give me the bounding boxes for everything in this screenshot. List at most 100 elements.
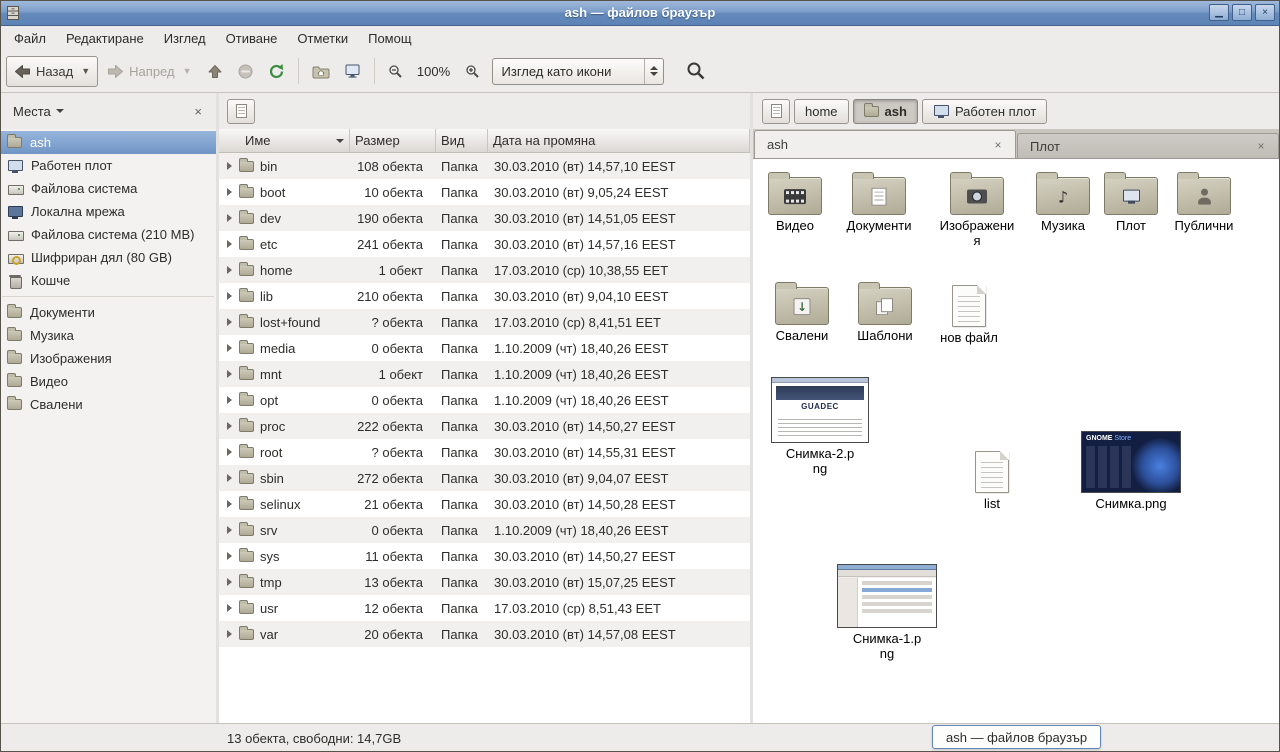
expander-icon[interactable] [227, 214, 232, 222]
expander-icon[interactable] [227, 292, 232, 300]
icon-downloads[interactable]: Свалени [760, 281, 844, 344]
expander-icon[interactable] [227, 370, 232, 378]
table-row[interactable]: etc241 обектаПапка30.03.2010 (вт) 14,57,… [219, 231, 750, 257]
expander-icon[interactable] [227, 266, 232, 274]
forward-dropdown-icon[interactable]: ▼ [180, 66, 192, 76]
zoom-level-button[interactable]: 100% [411, 64, 457, 79]
menu-view[interactable]: Изглед [154, 28, 216, 49]
up-button[interactable] [201, 56, 229, 87]
minimize-button[interactable]: ▁ [1209, 4, 1229, 21]
taskbar-window-button[interactable]: ash — файлов браузър [932, 725, 1101, 749]
table-row[interactable]: tmp13 обектаПапка30.03.2010 (вт) 15,07,2… [219, 569, 750, 595]
search-button[interactable] [680, 56, 712, 87]
icon-snimka-1[interactable]: Снимка-1.png [835, 564, 939, 662]
close-button[interactable]: × [1255, 4, 1275, 21]
expander-icon[interactable] [227, 604, 232, 612]
expander-icon[interactable] [227, 500, 232, 508]
spinner-arrows-icon[interactable] [644, 59, 663, 84]
view-mode-select[interactable]: Изглед като икони [492, 58, 664, 85]
column-header-name[interactable]: Име [219, 129, 350, 152]
expander-icon[interactable] [227, 630, 232, 638]
icon-snimka-2[interactable]: GUADEC Снимка-2.png [768, 377, 872, 477]
icon-list-file[interactable]: list [950, 447, 1034, 512]
reload-button[interactable] [262, 56, 291, 87]
menu-edit[interactable]: Редактиране [56, 28, 154, 49]
table-row[interactable]: boot10 обектаПапка30.03.2010 (вт) 9,05,2… [219, 179, 750, 205]
icon-templates[interactable]: Шаблони [843, 281, 927, 344]
back-dropdown-icon[interactable]: ▼ [78, 66, 90, 76]
table-row[interactable]: bin108 обектаПапка30.03.2010 (вт) 14,57,… [219, 153, 750, 179]
tab-close-icon[interactable]: × [1253, 138, 1269, 154]
expander-icon[interactable] [227, 344, 232, 352]
icon-view[interactable]: Видео Документи Изображения Музика Плот … [753, 159, 1280, 723]
table-row[interactable]: root? обектаПапка30.03.2010 (вт) 14,55,3… [219, 439, 750, 465]
path-button-desktop[interactable]: Работен плот [922, 99, 1047, 124]
table-row[interactable]: usr12 обектаПапка17.03.2010 (ср) 8,51,43… [219, 595, 750, 621]
tab-close-icon[interactable]: × [990, 137, 1006, 153]
icon-snimka[interactable]: GNOME Store Снимка.png [1079, 431, 1183, 512]
sidebar-item-filesystem-210mb[interactable]: Файлова система (210 MB) [0, 223, 216, 246]
tab-ash[interactable]: ash × [754, 130, 1016, 158]
back-button[interactable]: Назад ▼ [6, 56, 98, 87]
sidebar-item-network[interactable]: Локална мрежа [0, 200, 216, 223]
icon-public[interactable]: Публични [1162, 171, 1246, 234]
sidebar-item-documents[interactable]: Документи [0, 301, 216, 324]
menu-go[interactable]: Отиване [216, 28, 288, 49]
table-row[interactable]: sys11 обектаПапка30.03.2010 (вт) 14,50,2… [219, 543, 750, 569]
root-crumb-button[interactable] [762, 99, 790, 124]
expander-icon[interactable] [227, 188, 232, 196]
sidebar-item-video[interactable]: Видео [0, 370, 216, 393]
table-row[interactable]: sbin272 обектаПапка30.03.2010 (вт) 9,04,… [219, 465, 750, 491]
stop-button[interactable] [231, 56, 260, 87]
icon-video[interactable]: Видео [753, 171, 837, 234]
menu-bookmarks[interactable]: Отметки [287, 28, 358, 49]
path-button-ash[interactable]: ash [853, 99, 918, 124]
places-close-button[interactable]: × [189, 102, 207, 121]
root-crumb-button[interactable] [227, 99, 255, 124]
table-row[interactable]: var20 обектаПапка30.03.2010 (вт) 14,57,0… [219, 621, 750, 647]
expander-icon[interactable] [227, 240, 232, 248]
table-row[interactable]: srv0 обектаПапка1.10.2009 (чт) 18,40,26 … [219, 517, 750, 543]
menu-file[interactable]: Файл [4, 28, 56, 49]
sidebar-item-downloads[interactable]: Свалени [0, 393, 216, 416]
tab-plot[interactable]: Плот × [1017, 133, 1279, 158]
icon-images[interactable]: Изображения [935, 171, 1019, 249]
table-row[interactable]: media0 обектаПапка1.10.2009 (чт) 18,40,2… [219, 335, 750, 361]
table-row[interactable]: home1 обектПапка17.03.2010 (ср) 10,38,55… [219, 257, 750, 283]
sidebar-item-desktop[interactable]: Работен плот [0, 154, 216, 177]
sidebar-item-music[interactable]: Музика [0, 324, 216, 347]
table-row[interactable]: proc222 обектаПапка30.03.2010 (вт) 14,50… [219, 413, 750, 439]
column-header-date[interactable]: Дата на промяна [488, 129, 750, 152]
forward-button[interactable]: Напред ▼ [100, 56, 198, 87]
table-row[interactable]: mnt1 обектПапка1.10.2009 (чт) 18,40,26 E… [219, 361, 750, 387]
icon-desktop-folder[interactable]: Плот [1089, 171, 1173, 234]
column-header-type[interactable]: Вид [436, 129, 488, 152]
sidebar-item-trash[interactable]: Кошче [0, 269, 216, 292]
sidebar-item-filesystem[interactable]: Файлова система [0, 177, 216, 200]
table-row[interactable]: dev190 обектаПапка30.03.2010 (вт) 14,51,… [219, 205, 750, 231]
expander-icon[interactable] [227, 162, 232, 170]
path-button-home[interactable]: home [794, 99, 849, 124]
maximize-button[interactable]: □ [1232, 4, 1252, 21]
zoom-out-button[interactable] [382, 56, 409, 87]
icon-documents[interactable]: Документи [837, 171, 921, 234]
expander-icon[interactable] [227, 318, 232, 326]
expander-icon[interactable] [227, 396, 232, 404]
column-header-size[interactable]: Размер [350, 129, 436, 152]
table-row[interactable]: lost+found? обектаПапка17.03.2010 (ср) 8… [219, 309, 750, 335]
sidebar-item-ash[interactable]: ash [0, 131, 216, 154]
expander-icon[interactable] [227, 552, 232, 560]
expander-icon[interactable] [227, 422, 232, 430]
places-selector[interactable]: Места [9, 101, 68, 122]
home-button[interactable] [306, 56, 336, 87]
table-row[interactable]: opt0 обектаПапка1.10.2009 (чт) 18,40,26 … [219, 387, 750, 413]
titlebar[interactable]: ash — файлов браузър ▁ □ × [0, 0, 1280, 26]
zoom-in-button[interactable] [459, 56, 486, 87]
table-row[interactable]: lib210 обектаПапка30.03.2010 (вт) 9,04,1… [219, 283, 750, 309]
sidebar-item-encrypted[interactable]: Шифриран дял (80 GB) [0, 246, 216, 269]
expander-icon[interactable] [227, 448, 232, 456]
menu-help[interactable]: Помощ [358, 28, 421, 49]
computer-button[interactable] [338, 56, 367, 87]
expander-icon[interactable] [227, 474, 232, 482]
sidebar-item-images[interactable]: Изображения [0, 347, 216, 370]
